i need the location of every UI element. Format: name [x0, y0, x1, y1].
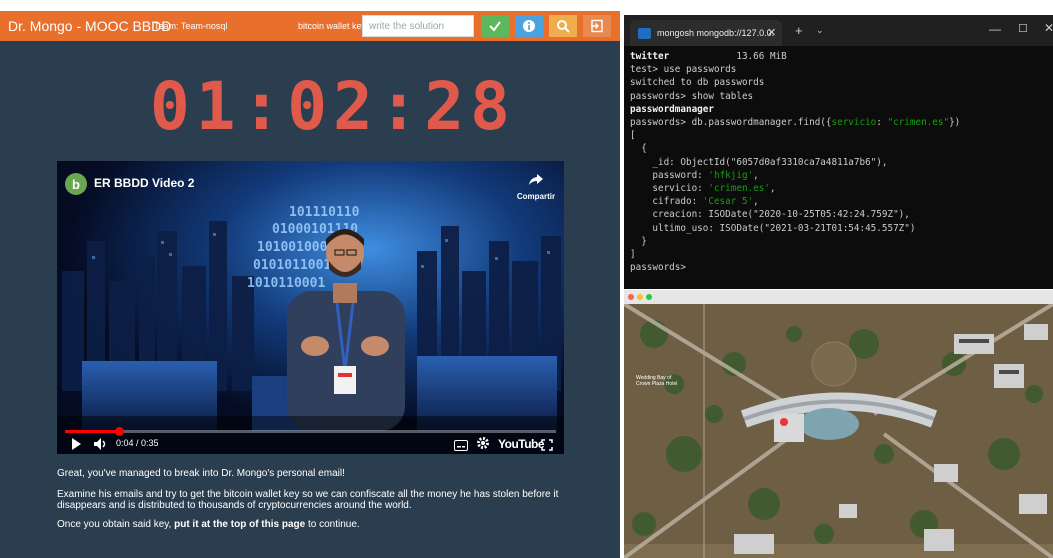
terminal-line: passwords> show tables	[630, 90, 754, 102]
maximize-dot-icon[interactable]	[646, 294, 652, 300]
video-time: 0:04 / 0:35	[116, 438, 159, 448]
subtitles-icon	[454, 440, 468, 451]
submit-button[interactable]	[481, 15, 509, 37]
svg-text:1010110001: 1010110001	[247, 276, 325, 291]
terminal-line: passwords> db.passwordmanager.find({serv…	[630, 116, 1050, 129]
servicio-key: servicio:	[630, 183, 709, 195]
terminal-line: {	[630, 143, 647, 155]
message-continue-bold: put it at the top of this page	[174, 519, 306, 530]
play-icon	[72, 438, 81, 450]
video-player[interactable]: 101110110 01000101110 1010010001011 0101…	[57, 161, 564, 454]
terminal-line: ]	[630, 249, 636, 261]
app-title[interactable]: Dr. Mongo - MOOC BBDD	[8, 18, 171, 34]
exit-button[interactable]	[583, 15, 611, 37]
db-size: 13.66 MiB	[736, 51, 787, 62]
terminal-line: }	[630, 235, 647, 247]
find-suffix: })	[949, 117, 961, 129]
subtitles-button[interactable]	[454, 438, 468, 454]
terminal-tab[interactable]: mongosh mongodb://127.0.0. ✕	[630, 20, 782, 46]
volume-icon	[94, 438, 106, 450]
find-key: servicio	[831, 117, 877, 129]
terminal-prompt[interactable]: passwords>	[630, 261, 1050, 274]
share-label: Compartir	[516, 192, 556, 201]
check-icon	[489, 21, 501, 32]
search-icon	[557, 20, 570, 33]
info-button[interactable]	[515, 15, 543, 37]
terminal-line: _id: ObjectId("6057d0af3310ca7a4811a7b6"…	[630, 156, 888, 168]
video-title[interactable]: ER BBDD Video 2	[94, 176, 194, 190]
volume-button[interactable]	[93, 437, 109, 454]
fullscreen-icon	[541, 439, 553, 451]
password-key: password:	[630, 169, 709, 181]
new-tab-icon[interactable]: +	[795, 24, 803, 37]
video-progress-handle[interactable]	[115, 427, 124, 436]
find-value: "crimen.es"	[887, 117, 950, 129]
team-label: Team: Team-nosql	[154, 21, 228, 31]
terminal-line: switched to db passwords	[630, 77, 765, 89]
share-button[interactable]: Compartir	[514, 173, 558, 201]
message-continue: Once you obtain said key, put it at the …	[57, 519, 577, 530]
youtube-logo-button[interactable]: YouTube	[498, 437, 545, 451]
cifrado-key: cifrado:	[630, 196, 703, 208]
top-bar: Dr. Mongo - MOOC BBDD Team: Team-nosql b…	[0, 11, 620, 41]
map-titlebar[interactable]	[624, 290, 1053, 304]
powershell-icon	[638, 28, 651, 39]
video-progress-fill	[65, 430, 119, 433]
terminal-window[interactable]: mongosh mongodb://127.0.0. ✕ + ⌄ — ☐ ✕ t…	[624, 15, 1053, 289]
map-window[interactable]: Wedding Bay of Crown Plaza Hotel	[624, 290, 1053, 558]
find-mid: :	[876, 117, 888, 129]
servicio-value: 'crimen.es'	[708, 183, 770, 195]
close-tab-icon[interactable]: ✕	[767, 26, 776, 39]
play-button[interactable]	[69, 437, 83, 454]
countdown-timer: 01:02:28	[150, 68, 516, 145]
video-frame: 101110110 01000101110 1010010001011 0101…	[57, 161, 564, 454]
terminal-titlebar[interactable]: mongosh mongodb://127.0.0. ✕ + ⌄ — ☐ ✕	[624, 15, 1053, 46]
terminal-tab-title: mongosh mongodb://127.0.0.	[657, 28, 775, 38]
minimize-dot-icon[interactable]	[637, 294, 643, 300]
fullscreen-button[interactable]	[541, 438, 553, 454]
password-value: 'hfkjig'	[708, 169, 754, 181]
message-intro: Great, you've managed to break into Dr. …	[57, 468, 345, 479]
info-icon	[523, 20, 535, 32]
minimize-icon[interactable]: —	[989, 22, 1001, 36]
maximize-icon[interactable]: ☐	[1018, 22, 1028, 35]
wallet-key-label: bitcoin wallet key	[298, 21, 367, 31]
message-instructions: Examine his emails and try to get the bi…	[57, 489, 559, 511]
terminal-line: [	[630, 130, 636, 142]
gear-icon	[477, 437, 489, 449]
channel-avatar[interactable]: b	[65, 173, 87, 195]
terminal-line: passwordmanager	[630, 103, 714, 115]
message-continue-prefix: Once you obtain said key,	[57, 519, 175, 530]
find-prefix: passwords> db.passwordmanager.find({	[630, 117, 832, 129]
db-name: twitter	[630, 51, 670, 62]
map-place-label[interactable]: Wedding Bay of Crown Plaza Hotel	[636, 375, 677, 387]
terminal-line: password: 'hfkjig',	[630, 169, 759, 181]
video-progress-bar[interactable]	[65, 427, 556, 436]
terminal-line: cifrado: 'Cesar 5',	[630, 196, 759, 208]
satellite-map[interactable]	[624, 304, 1053, 558]
message-continue-suffix: to continue.	[305, 519, 360, 530]
settings-button[interactable]	[476, 436, 490, 454]
chevron-down-icon[interactable]: ⌄	[816, 25, 824, 36]
share-icon	[529, 174, 543, 185]
svg-text:101110110: 101110110	[289, 205, 360, 220]
escape-room-app: Dr. Mongo - MOOC BBDD Team: Team-nosql b…	[0, 11, 620, 558]
terminal-line: creacion: ISODate("2020-10-25T05:42:24.7…	[630, 209, 910, 221]
search-button[interactable]	[549, 15, 577, 37]
terminal-line: servicio: 'crimen.es',	[630, 183, 776, 195]
terminal-line: ultimo_uso: ISODate("2021-03-21T01:54:45…	[630, 222, 916, 234]
exit-icon	[591, 19, 603, 33]
terminal-output[interactable]: twitter 13.66 MiB test> use passwords swit…	[630, 50, 1050, 274]
close-window-icon[interactable]: ✕	[1044, 21, 1053, 35]
cifrado-value: 'Cesar 5'	[702, 196, 754, 208]
terminal-line: twitter 13.66 MiB	[630, 50, 1050, 63]
solution-input[interactable]	[362, 15, 474, 37]
close-dot-icon[interactable]	[628, 294, 634, 300]
terminal-line: test> use passwords	[630, 64, 737, 76]
